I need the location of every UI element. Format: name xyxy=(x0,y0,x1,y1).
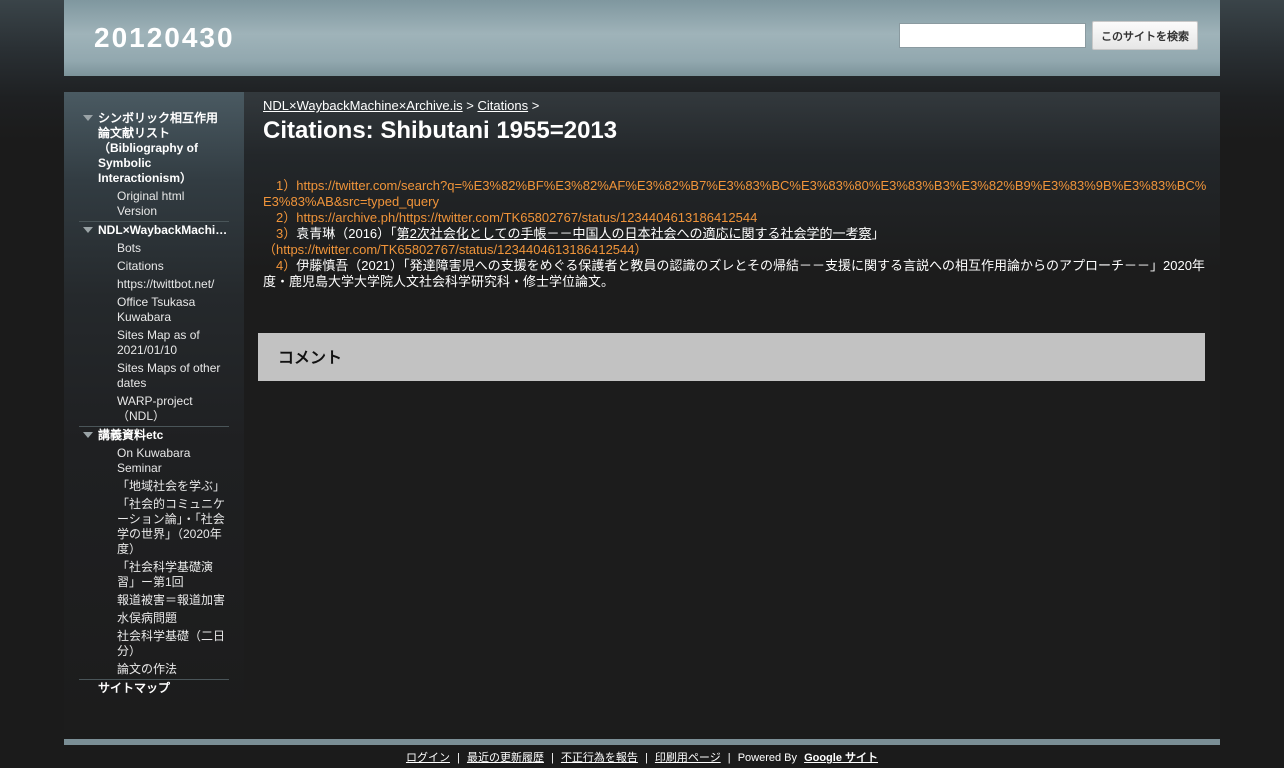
sidebar-item-sitemap[interactable]: サイトマップ xyxy=(79,681,229,696)
page-title: Citations: Shibutani 1955=2013 xyxy=(263,117,618,144)
sidebar-subitem[interactable]: WARP-project（NDL） xyxy=(79,394,229,424)
comments-section: コメント xyxy=(258,333,1205,381)
search-input[interactable] xyxy=(899,23,1086,48)
citation-title-link[interactable]: 第2次社会化としての手帳－－中国人の日本社会への適応に関する社会学的一考察 xyxy=(397,226,872,241)
breadcrumb-link-citations[interactable]: Citations xyxy=(478,98,529,113)
search-button[interactable]: このサイトを検索 xyxy=(1092,21,1198,50)
sidebar-nav: シンボリック相互作用論文献リスト（Bibliography of Symboli… xyxy=(64,92,244,730)
sidebar-subitem[interactable]: Office Tsukasa Kuwabara xyxy=(79,295,229,325)
sidebar-item-lectures[interactable]: 講義資料etc xyxy=(79,428,229,443)
site-header: 20120430 このサイトを検索 xyxy=(64,0,1220,76)
citation-number: 3） xyxy=(263,226,297,241)
sidebar-item-bibliography[interactable]: シンボリック相互作用論文献リスト（Bibliography of Symboli… xyxy=(79,111,229,186)
sidebar-subitem[interactable]: Sites Maps of other dates xyxy=(79,361,229,391)
citation-link[interactable]: （https://twitter.com/TK65802767/status/1… xyxy=(263,242,647,257)
breadcrumb-link-ndl[interactable]: NDL×WaybackMachine×Archive.is xyxy=(263,98,463,113)
sidebar-section: サイトマップ xyxy=(79,681,229,696)
sidebar-item-label: 講義資料etc xyxy=(98,428,164,442)
sidebar-subitem[interactable]: 「社会的コミュニケーション論」・「社会学の世界」（2020年度） xyxy=(79,497,229,557)
report-abuse-link[interactable]: 不正行為を報告 xyxy=(561,752,638,764)
comments-title: コメント xyxy=(278,350,343,367)
citation-link[interactable]: https://archive.ph/https://twitter.com/T… xyxy=(296,210,757,225)
citation-link[interactable]: https://twitter.com/search?q=%E3%82%BF%E… xyxy=(263,178,1206,209)
citation-author: 袁青琳（2016）「 xyxy=(296,226,397,241)
citation-item: 3）袁青琳（2016）「第2次社会化としての手帳－－中国人の日本社会への適応に関… xyxy=(263,226,1215,258)
print-page-link[interactable]: 印刷用ページ xyxy=(655,752,721,764)
sidebar-subitem[interactable]: Citations xyxy=(79,259,229,274)
sidebar-item-label: NDL×WaybackMachi… xyxy=(98,223,228,237)
google-sites-link[interactable]: Google サイト xyxy=(804,752,878,764)
citation-number: 2） xyxy=(263,210,297,225)
footer-separator: | xyxy=(645,752,648,764)
sidebar-item-label: シンボリック相互作用論文献リスト（Bibliography of Symboli… xyxy=(98,111,219,185)
breadcrumb: NDL×WaybackMachine×Archive.is > Citation… xyxy=(263,98,539,113)
sidebar-subitem[interactable]: 報道被害＝報道加害 xyxy=(79,593,229,608)
expand-triangle-icon[interactable] xyxy=(83,227,93,233)
sidebar-subitem[interactable]: 論文の作法 xyxy=(79,662,229,677)
sidebar-subitem[interactable]: 水俣病問題 xyxy=(79,611,229,626)
powered-by-text: Powered By xyxy=(737,752,797,764)
recent-changes-link[interactable]: 最近の更新履歴 xyxy=(467,752,544,764)
footer-separator: | xyxy=(457,752,460,764)
citation-bracket: 」 xyxy=(871,226,885,241)
citation-item: 4）伊藤慎吾（2021）「発達障害児への支援をめぐる保護者と教員の認識のズレとそ… xyxy=(263,258,1215,290)
footer-separator: | xyxy=(551,752,554,764)
sidebar-subitem[interactable]: Sites Map as of 2021/01/10 xyxy=(79,328,229,358)
footer-separator: | xyxy=(727,752,731,764)
footer: ログイン | 最近の更新履歴 | 不正行為を報告 | 印刷用ページ | Powe… xyxy=(0,749,1284,765)
sidebar-subitem[interactable]: https://twittbot.net/ xyxy=(79,277,229,292)
citation-number: 1） xyxy=(263,178,297,193)
citation-number: 4） xyxy=(263,258,297,273)
expand-triangle-icon[interactable] xyxy=(83,115,93,121)
citation-item: 1）https://twitter.com/search?q=%E3%82%BF… xyxy=(263,178,1215,210)
breadcrumb-separator: > xyxy=(531,98,540,113)
main-content: NDL×WaybackMachine×Archive.is > Citation… xyxy=(244,92,1220,730)
sidebar-subitem[interactable]: Original html Version xyxy=(79,189,229,219)
footer-divider xyxy=(64,739,1220,745)
citation-text: 伊藤慎吾（2021）「発達障害児への支援をめぐる保護者と教員の認識のズレとその帰… xyxy=(263,258,1205,289)
sidebar-subitem[interactable]: On Kuwabara Seminar xyxy=(79,446,229,476)
sidebar-item-ndl-wayback[interactable]: NDL×WaybackMachi… xyxy=(79,223,229,238)
citation-item: 2）https://archive.ph/https://twitter.com… xyxy=(263,210,1215,226)
sidebar-subitem[interactable]: Bots xyxy=(79,241,229,256)
sidebar-section: NDL×WaybackMachi… Bots Citations https:/… xyxy=(79,223,229,427)
sidebar-section: シンボリック相互作用論文献リスト（Bibliography of Symboli… xyxy=(79,111,229,222)
citation-list: 1）https://twitter.com/search?q=%E3%82%BF… xyxy=(263,178,1215,290)
breadcrumb-separator: > xyxy=(466,98,474,113)
sidebar-subitem[interactable]: 「地域社会を学ぶ」 xyxy=(79,479,229,494)
expand-triangle-icon[interactable] xyxy=(83,432,93,438)
sidebar-subitem[interactable]: 社会科学基礎（二日分） xyxy=(79,629,229,659)
sidebar-section: 講義資料etc On Kuwabara Seminar 「地域社会を学ぶ」 「社… xyxy=(79,428,229,680)
sidebar-subitem[interactable]: 「社会科学基礎演習」ー第1回 xyxy=(79,560,229,590)
login-link[interactable]: ログイン xyxy=(406,752,450,764)
site-title[interactable]: 20120430 xyxy=(94,22,235,54)
